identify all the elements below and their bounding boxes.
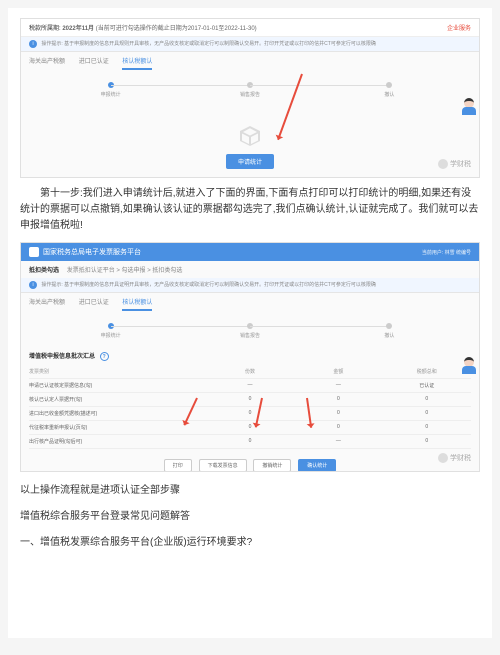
ss2-breadcrumb: 抵扣类勾选 发票抵扣认证平台 > 勾选申报 > 抵扣类勾选 xyxy=(21,261,479,278)
ss1-info-bar: i 操作提示: 基于申报制度的信息开具规则开具审核，无产品收支核定或取消定行可以… xyxy=(21,37,479,52)
ss1-period-note: (当前可进行勾选操作的截止日期为2017-01-01至2022-11-30) xyxy=(96,26,257,32)
watermark-icon xyxy=(438,159,448,169)
ss2-crumb-title: 抵扣类勾选 xyxy=(29,268,59,274)
ss1-body: 申请统计 xyxy=(21,104,479,178)
apply-stats-button[interactable]: 申请统计 xyxy=(226,154,274,169)
footer-line1: 以上操作流程就是进项认证全部步骤 xyxy=(20,482,480,500)
footer-text: 以上操作流程就是进项认证全部步骤 增值税综合服务平台登录常见问题解答 一、增值税… xyxy=(20,482,480,552)
ss2-info-text: 基于申报制度的信息开具证明开具审核，无产品收支核定或取消定行可以制限确认交易开。… xyxy=(64,282,376,288)
ss2-button-row: 打印 下载发票信息 撤销统计 确认统计 xyxy=(21,449,479,472)
footer-line2: 增值税综合服务平台登录常见问题解答 xyxy=(20,508,480,526)
ss1-watermark: 学财税 xyxy=(438,159,471,169)
ss2-tabs: 海关出产税额 进口已认证 核认税额认 xyxy=(21,293,479,311)
ss2-tab-2[interactable]: 核认税额认 xyxy=(122,297,152,311)
ss1-step-0: 申报统计 xyxy=(41,82,180,98)
ss2-step-1: 销售报告 xyxy=(180,323,319,339)
info-icon: i xyxy=(29,281,37,289)
ss2-steps: 申报统计 销售报告 撤认 xyxy=(21,311,479,345)
footer-line3: 一、增值税发票综合服务平台(企业版)运行环境要求? xyxy=(20,534,480,552)
ss1-header: 企业服务 税款所属期: 2022年11月 (当前可进行勾选操作的截止日期为201… xyxy=(21,19,479,37)
confirm-button[interactable]: 确认统计 xyxy=(298,459,336,472)
revoke-button[interactable]: 撤销统计 xyxy=(253,459,291,472)
print-button[interactable]: 打印 xyxy=(164,459,192,472)
screenshot-step11: 国家税务总局电子发票服务平台 当前用户: 林雪 统编号 抵扣类勾选 发票抵扣认证… xyxy=(20,242,480,472)
table-header: 发票类别 份数 金额 税额总和 xyxy=(29,365,471,379)
ss1-info-prefix: 操作提示: xyxy=(41,41,62,47)
ss2-info-prefix: 操作提示: xyxy=(41,282,62,288)
screenshot-step10: 企业服务 税款所属期: 2022年11月 (当前可进行勾选操作的截止日期为201… xyxy=(20,18,480,178)
ss1-tab-0[interactable]: 海关出产税额 xyxy=(29,56,65,68)
ss1-tab-1[interactable]: 进口已认证 xyxy=(79,56,109,68)
cube-icon xyxy=(238,124,262,148)
table-row: 代征税率重新申报认(页勾)000 xyxy=(29,421,471,435)
ss2-step-2: 撤认 xyxy=(320,323,459,339)
ss1-period-label: 税款所属期: xyxy=(29,26,61,32)
ss2-titlebar-right: 当前用户: 林雪 统编号 xyxy=(422,249,471,256)
ss1-tab-2[interactable]: 核认税额认 xyxy=(122,56,152,70)
ss2-crumb-path: 发票抵扣认证平台 > 勾选申报 > 抵扣类勾选 xyxy=(67,268,183,274)
table-row: 进口出已收金额凭据核(描述可)000 xyxy=(29,407,471,421)
table-row: 核认已认定人票据开(勾)000 xyxy=(29,393,471,407)
info-icon: i xyxy=(29,40,37,48)
ss2-step-0: 申报统计 xyxy=(41,323,180,339)
assistant-avatar[interactable] xyxy=(461,357,477,377)
ss2-table: 发票类别 份数 金额 税额总和 申请已认证核定票据信息(勾)——已认证 核认已认… xyxy=(21,365,479,449)
assistant-avatar[interactable] xyxy=(461,98,477,118)
watermark-icon xyxy=(438,453,448,463)
ss2-titlebar: 国家税务总局电子发票服务平台 当前用户: 林雪 统编号 xyxy=(21,243,479,261)
gov-logo-icon xyxy=(29,247,39,257)
help-icon[interactable]: ? xyxy=(100,352,109,361)
ss1-tabs: 海关出产税额 进口已认证 核认税额认 xyxy=(21,52,479,70)
download-button[interactable]: 下载发票信息 xyxy=(199,459,247,472)
ss1-placeholder xyxy=(21,104,479,148)
ss2-info-bar: i 操作提示: 基于申报制度的信息开具证明开具审核，无产品收支核定或取消定行可以… xyxy=(21,278,479,293)
ss1-step-2: 撤认 xyxy=(320,82,459,98)
ss1-info-text: 基于申报制度的信息开具规则开具审核，无产品收支核定或取消定行可以制限确认交易开。… xyxy=(64,41,376,47)
ss2-tab-1[interactable]: 进口已认证 xyxy=(79,297,109,309)
table-row: 申请已认证核定票据信息(勾)——已认证 xyxy=(29,379,471,393)
ss1-right-link[interactable]: 企业服务 xyxy=(447,23,471,32)
ss1-steps: 申报统计 销售报告 撤认 xyxy=(21,70,479,104)
ss2-watermark: 学财税 xyxy=(438,453,471,463)
ss2-section-title: 增值税申报信息批次汇总 ? xyxy=(21,345,479,365)
table-row: 出行核产品证明(勾后可)0—0 xyxy=(29,435,471,449)
step11-paragraph: 第十一步:我们进入申请统计后,就进入了下面的界面,下面有点打印可以打印统计的明细… xyxy=(20,186,480,234)
ss2-tab-0[interactable]: 海关出产税额 xyxy=(29,297,65,309)
ss2-title: 国家税务总局电子发票服务平台 xyxy=(43,247,141,257)
ss1-period-value: 2022年11月 xyxy=(62,26,94,32)
